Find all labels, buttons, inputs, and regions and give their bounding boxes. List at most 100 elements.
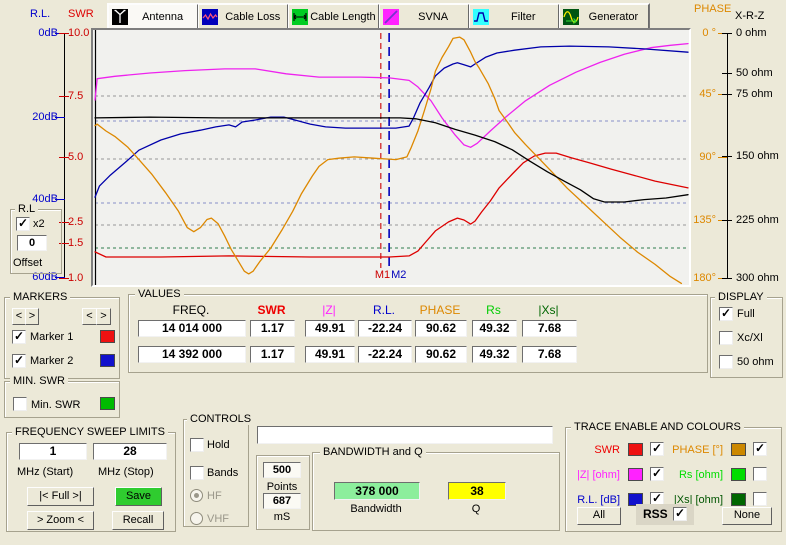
ohm-tick-label: 75 ohm [736, 88, 773, 100]
marker1-next-button[interactable]: > [25, 308, 39, 325]
marker1-colour-swatch[interactable] [100, 330, 115, 343]
rl-x2-checkbox[interactable]: ✓ [16, 217, 30, 231]
toolbar-button-label: Antenna [128, 11, 197, 23]
sweep-stop-input[interactable]: 28 [93, 443, 167, 460]
trace-enable-checkbox-3[interactable] [753, 467, 767, 481]
antenna-icon [112, 9, 128, 25]
ohm-tick-mark [722, 33, 732, 34]
toolbar-button-generator[interactable]: Generator [559, 4, 649, 30]
sweep-time-input[interactable]: 687 [263, 493, 301, 509]
swr-tick-mark [59, 157, 69, 158]
svna-icon [383, 9, 399, 25]
hf-radio[interactable] [190, 489, 203, 502]
marker2-prev-button[interactable]: < [82, 308, 97, 325]
trace-enable-checkbox-1[interactable]: ✓ [753, 442, 767, 456]
message-textbox[interactable] [257, 426, 553, 444]
phase-tick-mark [718, 94, 727, 95]
points-input[interactable]: 500 [263, 462, 301, 478]
ohm-tick-label: 225 ohm [736, 214, 779, 226]
chart-canvas [93, 30, 689, 285]
marker1-label: Marker 1 [30, 331, 73, 343]
q-label: Q [448, 503, 504, 515]
trace-swr [95, 153, 688, 257]
phase-ohm-axis-line [727, 33, 728, 278]
rl-tick-mark [55, 199, 65, 200]
toolbar-button-filter[interactable]: Filter [469, 4, 559, 30]
swr-tick-label: 7.5 [68, 90, 83, 102]
trace-label-0: SWR [530, 444, 620, 456]
bandwidth-group-title: BANDWIDTH and Q [320, 446, 426, 458]
full-span-button[interactable]: |< Full >| [27, 487, 94, 506]
ohm-tick-label: 0 ohm [736, 27, 767, 39]
marker2-enable-checkbox[interactable]: ✓ [12, 354, 26, 368]
trace-z [95, 44, 688, 148]
value-cell-m2-6: 7.68 [522, 346, 577, 363]
trace-label-3: Rs [ohm] [633, 469, 723, 481]
ohm-tick-mark [722, 156, 732, 157]
rss-label: RSS [643, 507, 668, 521]
value-cell-m1-2: 49.91 [305, 320, 355, 337]
zoom-button[interactable]: > Zoom < [27, 511, 94, 530]
value-cell-m1-5: 49.32 [472, 320, 517, 337]
value-cell-m1-1: 1.17 [250, 320, 295, 337]
rl-tick-mark [55, 277, 65, 278]
cable-loss-icon [202, 9, 218, 25]
trace-colour-swatch-3[interactable] [731, 468, 746, 481]
min-swr-checkbox[interactable] [13, 397, 27, 411]
marker1-prev-button[interactable]: < [12, 308, 26, 325]
value-cell-m1-0: 14 014 000 [138, 320, 246, 337]
ohm-tick-mark [722, 278, 732, 279]
bands-checkbox[interactable] [190, 466, 204, 480]
q-value: 38 [448, 482, 506, 500]
marker2-next-button[interactable]: > [96, 308, 111, 325]
values-header-0: FREQ. [151, 303, 231, 317]
toolbar-button-antenna[interactable]: Antenna [108, 4, 198, 30]
marker-label-m1: M1 [375, 269, 390, 281]
display-full-checkbox[interactable]: ✓ [719, 307, 733, 321]
trace-phase [95, 37, 681, 283]
toolbar-button-label: Filter [489, 11, 558, 23]
value-cell-m2-3: -22.24 [358, 346, 412, 363]
ohm-tick-mark [722, 73, 732, 74]
recall-button[interactable]: Recall [112, 511, 164, 530]
rss-checkbox[interactable]: ✓ [673, 507, 687, 521]
trace-colour-swatch-1[interactable] [731, 443, 746, 456]
cable-length-icon [292, 9, 308, 25]
rl-tick-label: 0dB [0, 27, 58, 39]
min-swr-colour-swatch[interactable] [100, 397, 115, 410]
marker1-enable-checkbox[interactable]: ✓ [12, 330, 26, 344]
vhf-radio[interactable] [190, 512, 203, 525]
trace-enable-checkbox-5[interactable] [753, 492, 767, 506]
hold-label: Hold [207, 439, 230, 451]
toolbar-button-cable-loss[interactable]: Cable Loss [198, 4, 288, 30]
sweep-start-input[interactable]: 1 [19, 443, 87, 460]
bandwidth-label: Bandwidth [334, 503, 418, 515]
toolbar-button-svna[interactable]: SVNA [379, 4, 469, 30]
hf-label: HF [207, 490, 222, 502]
display-50ohm-checkbox[interactable] [719, 355, 733, 369]
controls-group-title: CONTROLS [187, 413, 254, 425]
vhf-label: VHF [207, 513, 229, 525]
toolbar-button-cable-length[interactable]: Cable Length [288, 4, 378, 30]
display-xcxl-checkbox[interactable] [719, 331, 733, 345]
sweep-start-label: MHz (Start) [17, 466, 73, 478]
toolbar-button-label: Cable Loss [218, 11, 287, 23]
marker2-colour-swatch[interactable] [100, 354, 115, 367]
trace-colour-swatch-5[interactable] [731, 493, 746, 506]
values-group-title: VALUES [135, 288, 184, 300]
all-traces-button[interactable]: All [577, 507, 621, 525]
marker-label-m2: M2 [391, 269, 406, 281]
phase-tick-mark [718, 220, 727, 221]
ohm-tick-label: 50 ohm [736, 67, 773, 79]
rl-tick-mark [55, 33, 65, 34]
value-cell-m2-5: 49.32 [472, 346, 517, 363]
sweep-limits-group-title: FREQUENCY SWEEP LIMITS [12, 426, 168, 438]
rl-offset-input[interactable]: 0 [17, 235, 47, 251]
swr-tick-label: 2.5 [68, 216, 83, 228]
hold-checkbox[interactable] [190, 438, 204, 452]
save-button[interactable]: Save [115, 487, 162, 506]
toolbar-button-label: Cable Length [308, 11, 377, 23]
rl-x2-label: x2 [33, 218, 45, 230]
display-item-label: Xc/Xl [737, 332, 763, 344]
none-traces-button[interactable]: None [722, 507, 772, 525]
